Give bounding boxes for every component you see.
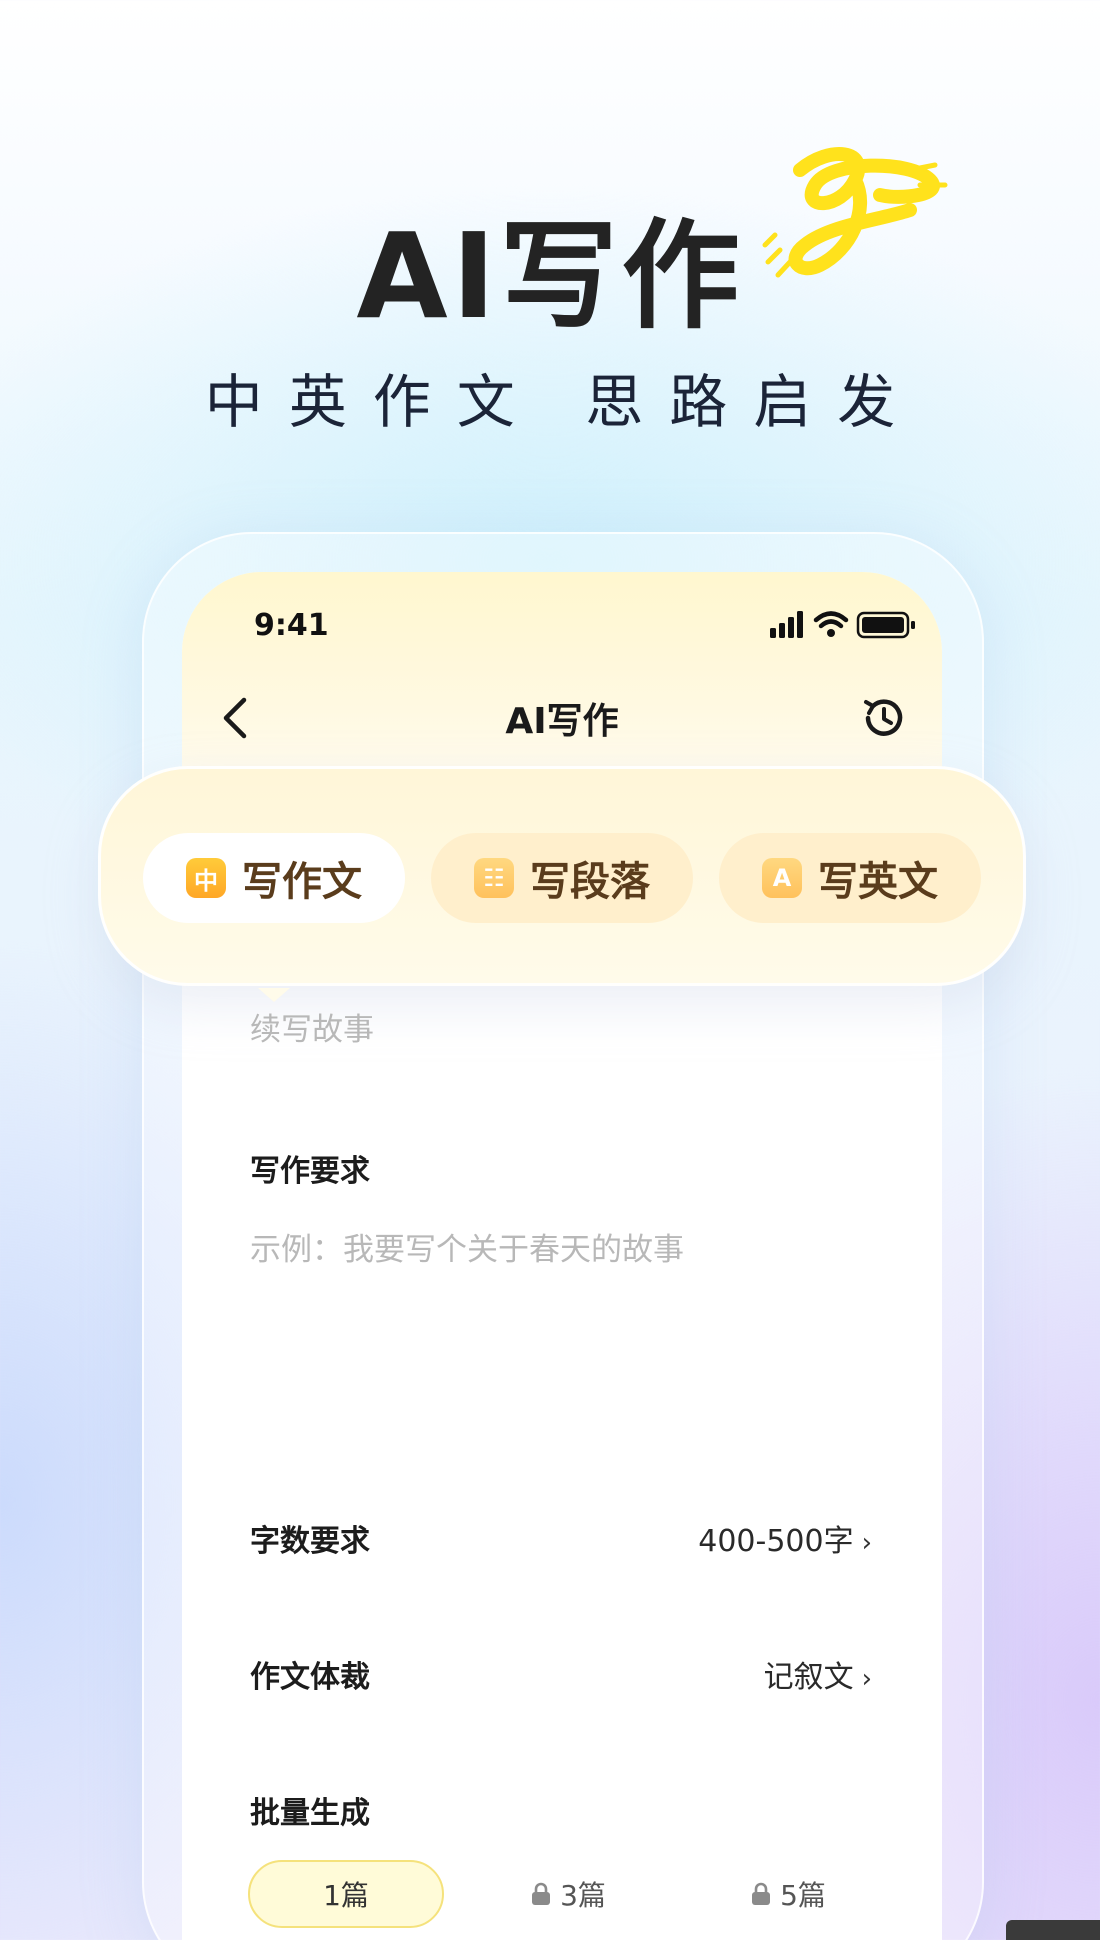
lock-icon bbox=[532, 1882, 551, 1905]
chevron-right-icon: › bbox=[861, 1664, 872, 1694]
batch-label: 批量生成 bbox=[250, 1796, 370, 1831]
chevron-right-icon: › bbox=[861, 1528, 872, 1558]
batch-option-1[interactable]: 1篇 bbox=[248, 1860, 444, 1928]
tab-label: 写英文 bbox=[818, 859, 938, 905]
batch-option-5[interactable]: 5篇 bbox=[690, 1860, 886, 1928]
topic-input[interactable]: 续写故事 bbox=[250, 1004, 374, 1049]
status-time: 9:41 bbox=[254, 608, 329, 643]
signal-icon bbox=[770, 611, 803, 638]
batch-option-label: 5篇 bbox=[780, 1879, 826, 1912]
word-count-label: 字数要求 bbox=[250, 1524, 370, 1559]
corner-overlay bbox=[1006, 1920, 1100, 1940]
mode-tab-panel: 中 写作文 ☷ 写段落 A 写英文 bbox=[98, 766, 1026, 986]
history-icon[interactable] bbox=[858, 692, 910, 744]
chinese-icon: 中 bbox=[186, 858, 226, 898]
batch-option-label: 1篇 bbox=[323, 1879, 369, 1912]
hero-title-text: AI写作 bbox=[356, 207, 744, 345]
genre-value[interactable]: 记叙文 › bbox=[600, 1652, 872, 1696]
hero-subtitle: 中英作文 思路启发 bbox=[204, 368, 922, 436]
tab-write-essay[interactable]: 中 写作文 bbox=[143, 833, 405, 923]
status-icons bbox=[770, 611, 915, 639]
requirement-label: 写作要求 bbox=[250, 1154, 370, 1189]
word-count-value-text: 400-500字 bbox=[698, 1524, 854, 1559]
battery-icon bbox=[856, 611, 915, 639]
genre-label: 作文体裁 bbox=[250, 1660, 370, 1695]
tab-write-english[interactable]: A 写英文 bbox=[719, 833, 981, 923]
active-tab-pointer bbox=[258, 988, 290, 1002]
list-icon: ☷ bbox=[474, 858, 514, 898]
lock-icon bbox=[752, 1882, 771, 1905]
nav-title: AI写作 bbox=[505, 701, 619, 742]
wifi-icon bbox=[813, 611, 849, 637]
word-count-value[interactable]: 400-500字 › bbox=[600, 1516, 872, 1560]
english-icon: A bbox=[762, 858, 802, 898]
tab-label: 写段落 bbox=[530, 859, 650, 905]
tab-label: 写作文 bbox=[242, 859, 362, 905]
squiggle-decoration-icon bbox=[762, 147, 948, 278]
requirement-input[interactable]: 示例：我要写个关于春天的故事 bbox=[250, 1224, 870, 1404]
batch-option-label: 3篇 bbox=[560, 1879, 606, 1912]
genre-value-text: 记叙文 bbox=[763, 1660, 854, 1695]
tab-write-paragraph[interactable]: ☷ 写段落 bbox=[431, 833, 693, 923]
batch-option-3[interactable]: 3篇 bbox=[470, 1860, 666, 1928]
